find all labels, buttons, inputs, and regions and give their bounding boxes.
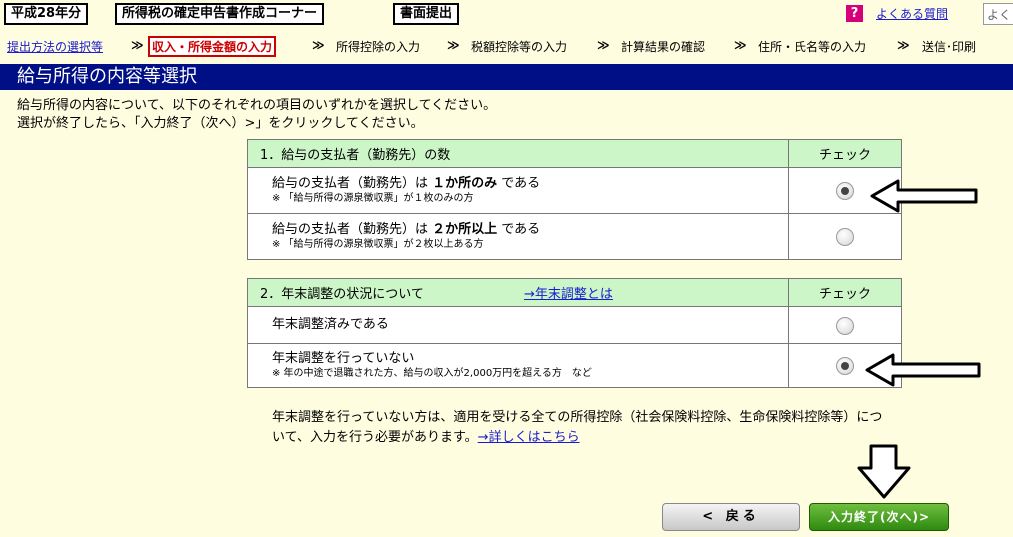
pointer-arrow-icon bbox=[870, 179, 978, 213]
help-icon[interactable]: ? bbox=[846, 5, 863, 22]
check-column-header: チェック bbox=[788, 139, 902, 168]
submit-method-tag: 書面提出 bbox=[393, 3, 460, 25]
breadcrumb-separator: ≫ bbox=[734, 38, 747, 52]
breadcrumb-item-result-check: 計算結果の確認 bbox=[621, 40, 706, 54]
year-tag: 平成28年分 bbox=[4, 3, 89, 25]
year-end-adjustment-note: 年末調整を行っていない方は、適用を受ける全ての所得控除（社会保険料控除、生命保険… bbox=[272, 410, 883, 445]
breadcrumb-item-address-name: 住所・氏名等の入力 bbox=[758, 40, 867, 54]
breadcrumb-separator: ≫ bbox=[897, 38, 910, 52]
year-end-adjustment-help-link[interactable]: →年末調整とは bbox=[524, 287, 613, 302]
pointer-arrow-icon bbox=[865, 353, 981, 387]
breadcrumb-separator: ≫ bbox=[131, 38, 144, 52]
option-row-not-adjusted: 年末調整を行っていない ※ 年の中途で退職された方、給与の収入が2,000万円を… bbox=[247, 343, 902, 388]
radio-adjusted[interactable] bbox=[836, 316, 854, 335]
employer-count-header: 1．給与の支払者（勤務先）の数 bbox=[247, 139, 789, 168]
option-row-one-employer: 給与の支払者（勤務先）は １か所のみ である ※ 「給与所得の源泉徴収票」が１枚… bbox=[247, 167, 902, 214]
details-link[interactable]: →詳しくはこちら bbox=[478, 430, 580, 445]
breadcrumb-item-deductions: 所得控除の入力 bbox=[336, 40, 421, 54]
finish-input-next-button[interactable]: 入力終了(次へ)> bbox=[809, 503, 949, 531]
breadcrumb-item-income-input: 収入・所得金額の入力 bbox=[148, 36, 277, 57]
down-arrow-icon bbox=[857, 444, 911, 499]
option-row-adjusted: 年末調整済みである bbox=[247, 306, 902, 344]
breadcrumb-item-send-print: 送信･印刷 bbox=[922, 40, 977, 54]
breadcrumb: 提出方法の選択等 ≫ 収入・所得金額の入力 ≫ 所得控除の入力 ≫ 税額控除等の… bbox=[0, 36, 1013, 57]
radio-one-employer[interactable] bbox=[836, 182, 854, 201]
radio-not-adjusted[interactable] bbox=[836, 357, 854, 376]
option-label: 給与の支払者（勤務先）は １か所のみ である bbox=[272, 176, 541, 191]
faq-link[interactable]: よくある質問 bbox=[876, 5, 948, 22]
breadcrumb-separator: ≫ bbox=[597, 38, 610, 52]
search-input[interactable]: よく bbox=[983, 3, 1013, 25]
year-end-adjustment-table: 2．年末調整の状況について →年末調整とは チェック 年末調整済みである 年末調… bbox=[247, 278, 902, 388]
section-title: 給与所得の内容等選択 bbox=[0, 64, 1013, 90]
year-end-adjustment-header: 2．年末調整の状況について →年末調整とは bbox=[247, 278, 789, 307]
employer-count-table: 1．給与の支払者（勤務先）の数 チェック 給与の支払者（勤務先）は １か所のみ … bbox=[247, 139, 902, 260]
corner-title: 所得税の確定申告書作成コーナー bbox=[115, 3, 325, 25]
option-note: ※ 年の中途で退職された方、給与の収入が2,000万円を超える方 など bbox=[272, 368, 592, 379]
back-button[interactable]: < 戻る bbox=[662, 503, 800, 531]
breadcrumb-item-tax-credits: 税額控除等の入力 bbox=[471, 40, 568, 54]
breadcrumb-separator: ≫ bbox=[312, 38, 325, 52]
option-label: 給与の支払者（勤務先）は ２か所以上 である bbox=[272, 222, 541, 237]
option-row-multiple-employers: 給与の支払者（勤務先）は ２か所以上 である ※ 「給与所得の源泉徴収票」が２枚… bbox=[247, 213, 902, 260]
option-note: ※ 「給与所得の源泉徴収票」が２枚以上ある方 bbox=[272, 239, 484, 250]
instruction-line-1: 給与所得の内容について、以下のそれぞれの項目のいずれかを選択してください。 bbox=[17, 98, 497, 113]
option-label: 年末調整を行っていない bbox=[272, 351, 415, 366]
radio-multiple-employers[interactable] bbox=[836, 228, 854, 247]
option-note: ※ 「給与所得の源泉徴収票」が１枚のみの方 bbox=[272, 193, 474, 204]
top-bar: 平成28年分 所得税の確定申告書作成コーナー 書面提出 ? よくある質問 よく bbox=[0, 0, 1013, 32]
check-column-header: チェック bbox=[788, 278, 902, 307]
option-label: 年末調整済みである bbox=[272, 317, 389, 332]
instruction-line-2: 選択が終了したら、「入力終了（次へ）>」をクリックしてください。 bbox=[17, 116, 424, 131]
breadcrumb-separator: ≫ bbox=[447, 38, 460, 52]
breadcrumb-item-submission-method[interactable]: 提出方法の選択等 bbox=[7, 38, 103, 55]
